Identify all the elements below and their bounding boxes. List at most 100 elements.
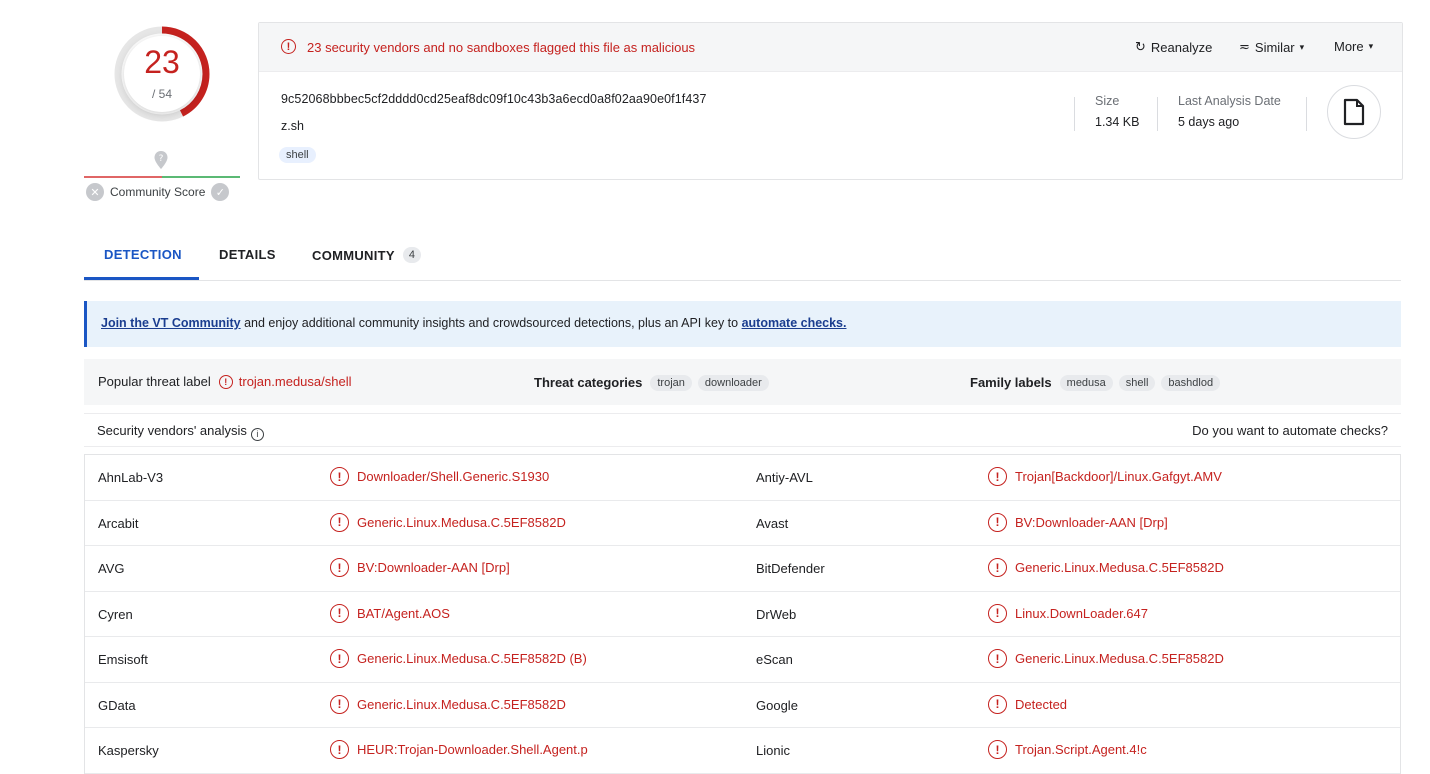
location-pin-icon: ? (153, 150, 169, 173)
vote-harmless-icon[interactable]: ✓ (211, 183, 230, 201)
detection-result: ! BV:Downloader-AAN [Drp] (988, 512, 1168, 532)
alert-icon: ! (988, 649, 1007, 668)
vendors-header: Security vendors' analysis i Do you want … (84, 413, 1401, 447)
detection-result: ! Downloader/Shell.Generic.S1930 (330, 467, 549, 486)
alert-icon: ! (330, 558, 349, 577)
detection-label: Trojan.Script.Agent.4!c (1015, 742, 1147, 757)
last-analysis-value: 5 days ago (1178, 115, 1240, 129)
table-row: AVG ! BV:Downloader-AAN [Drp] BitDefender… (85, 546, 1400, 592)
vendor-name: DrWeb (756, 606, 797, 622)
detection-result: ! Generic.Linux.Medusa.C.5EF8582D (988, 649, 1224, 668)
family-tag[interactable]: bashdlod (1161, 375, 1221, 391)
detection-result: ! Generic.Linux.Medusa.C.5EF8582D (B) (330, 649, 587, 668)
popular-threat-label: Popular threat label ! trojan.medusa/she… (98, 374, 351, 389)
alert-icon: ! (988, 740, 1007, 759)
divider (1074, 97, 1075, 131)
tab-community-label: COMMUNITY (312, 247, 395, 263)
active-tab-indicator (84, 277, 199, 280)
detection-label: Trojan[Backdoor]/Linux.Gafgyt.AMV (1015, 469, 1222, 484)
tabs-divider (84, 280, 1401, 281)
banner-text: Join the VT Community and enjoy addition… (101, 316, 847, 330)
banner-middle-text: and enjoy additional community insights … (240, 316, 742, 330)
file-summary-card: ! 23 security vendors and no sandboxes f… (258, 22, 1403, 180)
detection-result: ! Detected (988, 694, 1067, 714)
family-tag[interactable]: medusa (1059, 375, 1113, 391)
tab-detection[interactable]: DETECTION (104, 247, 182, 262)
info-icon[interactable]: i (250, 427, 264, 441)
threat-categories-label: Threat categories (534, 375, 643, 390)
vendor-name: Lionic (756, 743, 790, 758)
table-row: Emsisoft ! Generic.Linux.Medusa.C.5EF8582… (85, 637, 1400, 683)
vote-harmful-icon[interactable]: ✕ (86, 183, 104, 201)
community-score-bar-negative (84, 176, 162, 178)
refresh-icon: ↻ (1135, 39, 1146, 54)
alert-icon: ! (330, 603, 349, 623)
vendor-name: AhnLab-V3 (98, 470, 164, 485)
automate-checks-link[interactable]: automate checks. (742, 316, 847, 330)
alert-icon: ! (988, 694, 1007, 714)
category-tag[interactable]: downloader (697, 375, 769, 391)
automate-checks-cta[interactable]: Do you want to automate checks? (1192, 423, 1388, 438)
score-detections: 23 (144, 44, 180, 80)
community-banner: Join the VT Community and enjoy addition… (84, 301, 1401, 347)
community-score: ✕ Community Score ✓ (86, 183, 230, 201)
vendor-name: BitDefender (756, 561, 825, 576)
detection-result: ! Linux.DownLoader.647 (988, 603, 1148, 623)
size-label: Size (1095, 94, 1120, 108)
detection-result: ! Trojan.Script.Agent.4!c (988, 740, 1147, 759)
popular-threat-value[interactable]: trojan.medusa/shell (239, 374, 352, 389)
detection-label: BV:Downloader-AAN [Drp] (1015, 514, 1168, 530)
vendor-name: AVG (98, 561, 125, 576)
alert-icon: ! (281, 39, 296, 54)
tab-community[interactable]: COMMUNITY 4 (312, 247, 422, 263)
detection-label: Linux.DownLoader.647 (1015, 605, 1148, 621)
detection-label: Generic.Linux.Medusa.C.5EF8582D (B) (357, 651, 587, 666)
file-hash[interactable]: 9c52068bbbec5cf2dddd0cd25eaf8dc09f10c43b… (281, 92, 707, 106)
detection-label: Downloader/Shell.Generic.S1930 (357, 469, 550, 484)
table-row: GData ! Generic.Linux.Medusa.C.5EF8582D G… (85, 683, 1400, 728)
detection-result: ! Generic.Linux.Medusa.C.5EF8582D (330, 512, 566, 532)
alert-icon: ! (330, 694, 349, 714)
category-tag[interactable]: trojan (650, 375, 692, 391)
score-total: / 54 (151, 87, 172, 101)
detection-label: Generic.Linux.Medusa.C.5EF8582D (357, 514, 566, 530)
vendor-name: Arcabit (98, 515, 139, 531)
file-tag[interactable]: shell (279, 147, 316, 163)
file-name: z.sh (281, 119, 304, 133)
vendor-name: Kaspersky (98, 743, 159, 758)
threat-summary: Popular threat label ! trojan.medusa/she… (84, 359, 1401, 405)
table-row: Kaspersky ! HEUR:Trojan-Downloader.Shell.… (85, 728, 1400, 774)
reanalyze-button[interactable]: ↻ Reanalyze (1135, 39, 1212, 55)
family-labels-label: Family labels (970, 375, 1052, 390)
vendor-name: Avast (756, 515, 789, 531)
detection-result: ! HEUR:Trojan-Downloader.Shell.Agent.p (330, 740, 588, 759)
join-community-link[interactable]: Join the VT Community (101, 316, 241, 330)
alert-icon: ! (988, 558, 1007, 577)
alert-icon: ! (988, 467, 1007, 486)
alert-icon: ! (330, 512, 349, 532)
alert-icon: ! (330, 740, 349, 759)
detection-result: ! Generic.Linux.Medusa.C.5EF8582D (330, 694, 566, 714)
alert-icon: ! (330, 649, 349, 668)
table-row: Cyren ! BAT/Agent.AOS DrWeb ! Linux.DownLo… (85, 592, 1400, 637)
table-row: AhnLab-V3 ! Downloader/Shell.Generic.S193… (85, 455, 1400, 501)
vendor-name: Antiy-AVL (756, 470, 813, 485)
detection-result: ! Trojan[Backdoor]/Linux.Gafgyt.AMV (988, 467, 1222, 486)
vendors-title: Security vendors' analysis i (97, 423, 264, 441)
community-count-badge: 4 (402, 247, 422, 263)
tab-detection-label: DETECTION (104, 247, 182, 262)
family-tag[interactable]: shell (1118, 375, 1156, 391)
alert-text: 23 security vendors and no sandboxes fla… (307, 40, 696, 55)
tab-details[interactable]: DETAILS (219, 247, 276, 262)
more-button[interactable]: More ▾ (1334, 39, 1373, 54)
similar-button[interactable]: ≂ Similar ▾ (1239, 39, 1304, 55)
community-score-bar-positive (162, 176, 240, 178)
more-label: More (1334, 39, 1364, 54)
threat-categories: Threat categories trojan downloader (534, 374, 775, 391)
table-row: Arcabit ! Generic.Linux.Medusa.C.5EF8582D… (85, 501, 1400, 546)
alert-icon: ! (218, 374, 233, 389)
detection-label: Generic.Linux.Medusa.C.5EF8582D (357, 696, 566, 712)
reanalyze-label: Reanalyze (1150, 39, 1213, 55)
caret-down-icon: ▾ (1299, 41, 1305, 52)
detection-result: ! Generic.Linux.Medusa.C.5EF8582D (988, 558, 1224, 577)
